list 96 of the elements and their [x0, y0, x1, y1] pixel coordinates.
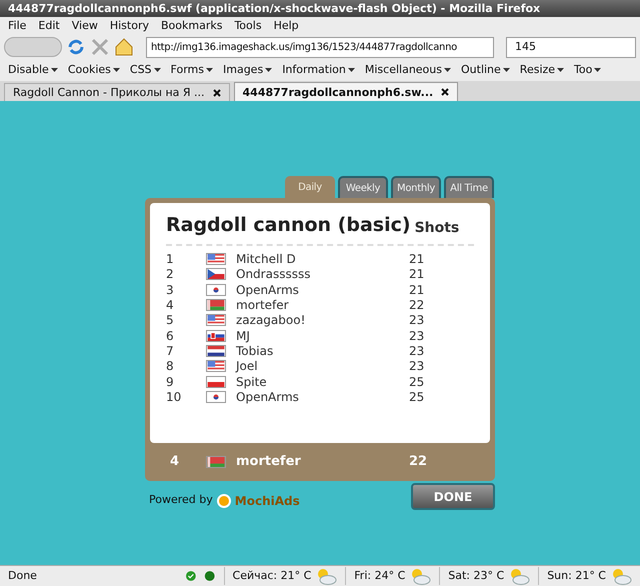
caret-icon — [154, 68, 161, 72]
toolbar-menu[interactable]: Cookies — [68, 62, 111, 78]
caret-icon — [502, 68, 510, 72]
done-button[interactable]: DONE — [411, 483, 495, 510]
flag-icon — [206, 253, 226, 266]
player-name: Mitchell D — [236, 251, 297, 268]
rank-text: 3 — [166, 282, 175, 299]
flag-icon — [206, 314, 226, 326]
leaderboard-tab[interactable]: All Time — [444, 176, 494, 198]
score-text: 25 — [409, 374, 424, 391]
caret-icon — [50, 68, 58, 72]
rank-text: 2 — [166, 266, 175, 284]
close-icon[interactable] — [441, 88, 450, 96]
toolbar-menu[interactable]: CSS — [130, 62, 152, 78]
caret-icon — [444, 68, 451, 72]
score-text: 22 — [409, 453, 428, 472]
flag-icon — [206, 268, 226, 280]
close-icon[interactable] — [212, 88, 221, 96]
window-title: 444877ragdollcannonph6.swf (application/x-shockwave-flash Object) - Mozilla Firefox — [0, 0, 640, 17]
rank-text: 10 — [166, 388, 182, 406]
rank-text: 6 — [166, 328, 175, 345]
weather-text: Sun: 21° C — [547, 568, 606, 584]
flag-icon — [206, 344, 226, 357]
player-name: Tobias — [236, 342, 274, 360]
powered-by-text: Powered by — [149, 492, 213, 508]
player-name: mortefer — [236, 297, 290, 314]
rank-text: 4 — [166, 297, 175, 314]
toolbar-menu[interactable]: Outline — [461, 62, 501, 78]
caret-icon — [594, 68, 602, 72]
menu-item[interactable]: File — [8, 18, 26, 34]
menu-item[interactable]: Help — [274, 18, 299, 34]
flag-icon — [206, 360, 226, 372]
flag-icon — [206, 456, 226, 468]
flag-icon — [206, 390, 226, 403]
toolbar-menu[interactable]: Miscellaneous — [364, 62, 442, 78]
toolbar-menu[interactable]: Disable — [8, 62, 49, 78]
toolbar-menu[interactable]: Too — [574, 62, 592, 78]
rank-text: 4 — [169, 453, 180, 472]
rank-text: 9 — [166, 374, 175, 391]
back-forward-button[interactable] — [4, 37, 62, 57]
caret-icon — [206, 68, 213, 72]
score-text: 23 — [409, 328, 424, 345]
leaderboard-tab[interactable]: Monthly — [391, 176, 441, 198]
score-text: 22 — [409, 297, 424, 314]
score-text: 23 — [409, 342, 424, 360]
player-name: Ondrassssss — [236, 266, 312, 284]
check-icon — [186, 570, 196, 582]
circle-logo-icon — [216, 494, 231, 508]
status-text: Done — [7, 568, 38, 584]
score-text: 23 — [409, 312, 424, 330]
weather-text: Fri: 24° C — [354, 568, 406, 584]
reload-icon[interactable] — [66, 37, 86, 57]
rank-text: 7 — [166, 342, 175, 360]
address-field[interactable]: http://img136.imageshack.us/img136/1523/444877ragdollcanno — [146, 36, 494, 58]
caret-icon — [265, 68, 272, 72]
menu-item[interactable]: History — [110, 18, 149, 34]
toolbar-menu[interactable]: Resize — [520, 62, 556, 78]
toolbar-menu[interactable]: Images — [223, 62, 264, 78]
flag-icon — [206, 330, 226, 342]
player-name: MJ — [236, 328, 251, 345]
toolbar-menu[interactable]: Information — [282, 62, 346, 78]
score-text: 25 — [409, 388, 424, 406]
browser-tab[interactable]: 444877ragdollcannonph6.sw... — [234, 82, 458, 101]
stop-icon[interactable] — [90, 37, 110, 57]
caret-icon — [348, 68, 355, 72]
menu-item[interactable]: Bookmarks — [160, 18, 222, 34]
home-icon[interactable] — [114, 37, 134, 57]
rank-text: 1 — [166, 251, 175, 268]
leaderboard-tab[interactable]: Weekly — [338, 176, 388, 198]
search-field[interactable]: 145 — [506, 36, 636, 58]
player-name: Spite — [236, 374, 268, 391]
player-name: OpenArms — [236, 388, 300, 406]
rank-text: 5 — [166, 312, 175, 330]
menu-item[interactable]: Tools — [234, 18, 262, 34]
player-name: Joel — [236, 358, 259, 376]
column-header: Shots — [414, 218, 460, 238]
player-name: mortefer — [236, 453, 302, 472]
flag-icon — [206, 376, 226, 388]
score-text: 23 — [409, 358, 424, 376]
toolbar-menu[interactable]: Forms — [170, 62, 204, 78]
game-title: Ragdoll cannon (basic) — [166, 213, 411, 238]
score-text: 21 — [409, 266, 424, 284]
flag-icon — [206, 299, 226, 312]
player-name: OpenArms — [236, 282, 300, 299]
weather-text: Sat: 23° C — [448, 568, 504, 584]
caret-icon — [557, 68, 564, 72]
score-text: 21 — [409, 251, 424, 268]
menu-item[interactable]: View — [72, 18, 98, 34]
score-text: 21 — [409, 282, 424, 299]
browser-tab[interactable]: Ragdoll Cannon - Приколы на Я ... — [4, 83, 230, 101]
weather-text: Сейчас: 21° C — [232, 568, 312, 584]
flag-icon — [206, 284, 226, 296]
caret-icon — [112, 68, 120, 72]
menu-item[interactable]: Edit — [38, 18, 60, 34]
player-name: zazagaboo! — [236, 312, 306, 330]
rank-text: 8 — [166, 358, 175, 376]
